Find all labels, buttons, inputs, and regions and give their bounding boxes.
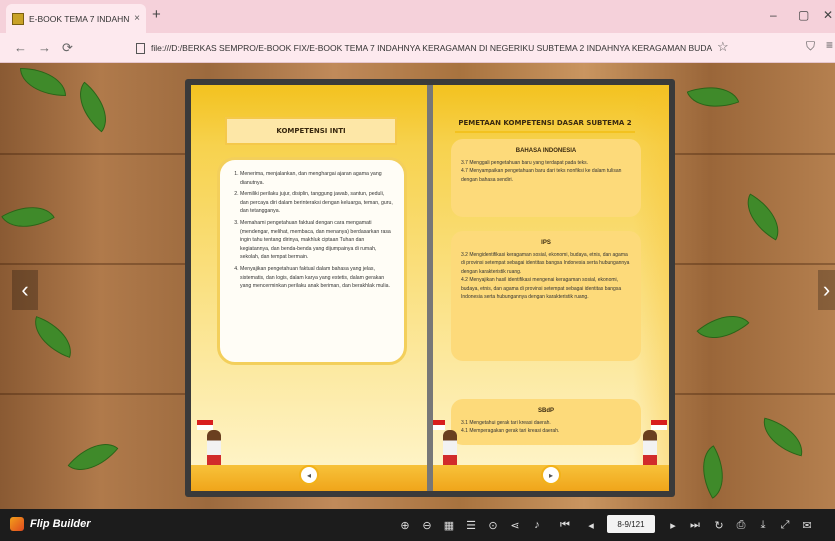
right-page-title: PEMETAAN KOMPETENSI DASAR SUBTEMA 2 — [455, 115, 635, 133]
bahasa-indonesia-section: BAHASA INDONESIA 3.7 Menggali pengetahua… — [451, 139, 641, 217]
flag-illustration — [651, 420, 667, 430]
favicon-icon — [12, 12, 24, 25]
download-icon[interactable]: ⤓ — [754, 516, 772, 534]
left-page-title: KOMPETENSI INTI — [225, 117, 397, 145]
document-icon — [136, 42, 145, 54]
section-heading: BAHASA INDONESIA — [515, 148, 577, 154]
shield-icon[interactable]: ⛉ — [806, 39, 815, 54]
restore-button[interactable]: ▢ — [798, 8, 809, 22]
thumbnails-icon[interactable]: ▦ — [440, 516, 458, 534]
ivy-leaf — [20, 68, 66, 96]
ivy-leaf — [26, 315, 80, 359]
bookmark-star-icon[interactable]: ☆ — [717, 39, 729, 55]
next-page-arrow[interactable]: › — [818, 270, 835, 310]
ips-section: IPS 3.2 Mengidentifikasi keragaman sosia… — [451, 231, 641, 361]
print-icon[interactable]: ⎙ — [732, 516, 750, 534]
section-heading: IPS — [541, 240, 551, 246]
right-page-button[interactable]: ▸ — [541, 465, 561, 485]
rotate-icon[interactable]: ↻ — [710, 516, 728, 534]
prev-page-icon[interactable]: ◂ — [582, 516, 600, 534]
sbdp-section: SBdP 3.1 Mengetahui gerak tari kreasi da… — [451, 399, 641, 445]
previous-page-arrow[interactable]: ‹ — [12, 270, 38, 310]
list-item: Menyajikan pengetahuan faktual dalam bah… — [240, 265, 394, 291]
competency-line: 4.2 Menyajikan hasil identifikasi mengen… — [461, 277, 622, 300]
list-item: Menerima, menjalankan, dan menghargai aj… — [240, 170, 394, 187]
tab-title: E-BOOK TEMA 7 INDAHNYA KE — [29, 13, 130, 24]
ivy-leaf — [686, 75, 740, 119]
zoom-in-icon[interactable]: ⊕ — [396, 516, 414, 534]
share-icon[interactable]: ⋖ — [506, 516, 524, 534]
url-field[interactable]: file:///D:/BERKAS SEMPRO/E-BOOK FIX/E-BO… — [136, 38, 741, 58]
ivy-leaf — [1, 193, 55, 241]
flag-illustration — [197, 420, 213, 430]
list-item: Memiliki perilaku jujur, disiplin, tangg… — [240, 190, 394, 216]
list-item: Memahami pengetahuan faktual dengan cara… — [240, 219, 394, 262]
flip-builder-logo-icon — [10, 517, 24, 531]
browser-tab[interactable]: E-BOOK TEMA 7 INDAHNYA KE × — [6, 4, 146, 33]
ivy-leaf — [66, 81, 120, 133]
forward-button[interactable]: → — [38, 40, 51, 55]
menu-icon[interactable]: ≡ — [826, 38, 833, 52]
new-tab-button[interactable]: + — [152, 6, 161, 23]
competency-line: 3.2 Mengidentifikasi keragaman sosial, e… — [461, 251, 630, 275]
ivy-leaf — [689, 445, 737, 499]
fullscreen-icon[interactable]: ⤢ — [776, 516, 794, 534]
close-tab-icon[interactable]: × — [134, 13, 140, 24]
left-page-button[interactable]: ◂ — [299, 465, 319, 485]
next-page-icon[interactable]: ▸ — [664, 516, 682, 534]
sound-icon[interactable]: ♪ — [528, 516, 546, 534]
browser-tab-bar: E-BOOK TEMA 7 INDAHNYA KE × + – ▢ ✕ — [0, 0, 835, 33]
right-page[interactable]: PEMETAAN KOMPETENSI DASAR SUBTEMA 2 BAHA… — [433, 85, 669, 491]
last-page-icon[interactable]: ⏭ — [686, 516, 704, 534]
page-number-input[interactable]: 8-9/121 — [607, 515, 655, 533]
reload-button[interactable]: ⟳ — [62, 40, 73, 56]
open-book: KOMPETENSI INTI Menerima, menjalankan, d… — [185, 79, 675, 497]
ivy-leaf — [696, 301, 750, 353]
brand-logo: Flip Builder — [10, 517, 91, 531]
competency-line: 3.1 Mengetahui gerak tari kreasi daerah. — [461, 419, 551, 426]
autoflip-icon[interactable]: ⊙ — [484, 516, 502, 534]
ivy-leaf — [757, 417, 809, 457]
email-icon[interactable]: ✉ — [798, 516, 816, 534]
close-window-button[interactable]: ✕ — [823, 8, 833, 22]
table-of-contents-icon[interactable]: ☰ — [462, 516, 480, 534]
competency-line: 4.1 Memperagakan gerak tari kreasi daera… — [461, 428, 560, 434]
section-heading: SBdP — [537, 408, 554, 414]
zoom-out-icon[interactable]: ⊖ — [418, 516, 436, 534]
core-competencies-box: Menerima, menjalankan, dan menghargai aj… — [217, 157, 407, 365]
competency-line: 3.7 Menggali pengetahuan baru yang terda… — [461, 159, 589, 166]
minimize-button[interactable]: – — [770, 8, 777, 22]
url-text: file:///D:/BERKAS SEMPRO/E-BOOK FIX/E-BO… — [151, 43, 713, 53]
competency-line: 4.7 Menyampaikan pengetahuan baru dari t… — [461, 168, 622, 183]
flag-illustration — [433, 420, 445, 430]
ivy-leaf — [736, 193, 790, 241]
ivy-leaf — [67, 430, 119, 484]
brand-name: Flip Builder — [30, 518, 91, 530]
left-page[interactable]: KOMPETENSI INTI Menerima, menjalankan, d… — [191, 85, 427, 491]
back-button[interactable]: ← — [14, 40, 27, 55]
first-page-icon[interactable]: ⏮ — [556, 516, 574, 534]
